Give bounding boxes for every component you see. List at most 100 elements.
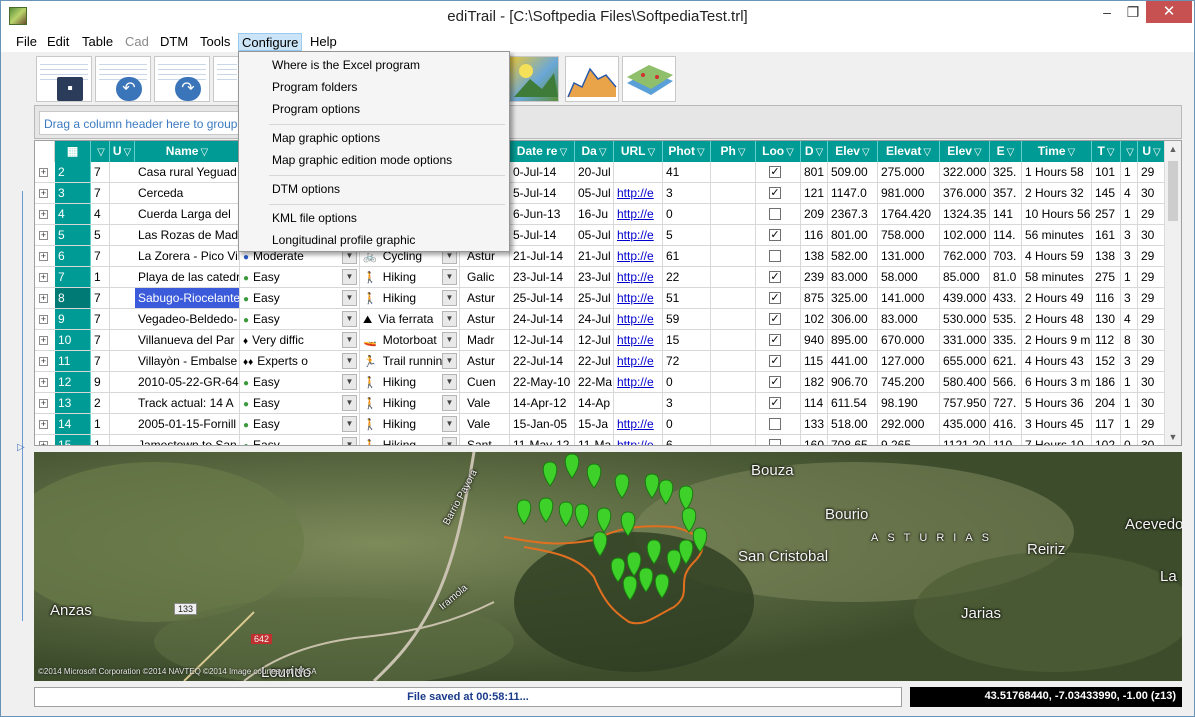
da-cell[interactable]: 21-Jul	[575, 246, 614, 266]
loop-cell[interactable]: ✓	[756, 351, 801, 371]
date-cell[interactable]: 6-Jun-13	[510, 204, 575, 224]
splitter-arrow-icon[interactable]: ▷	[17, 442, 25, 453]
filter-icon[interactable]: ▽	[697, 147, 705, 158]
loop-cell[interactable]: ✓	[756, 183, 801, 203]
difficulty-cell[interactable]: ●Easy ▼	[240, 288, 360, 308]
expand-row-icon[interactable]: +	[39, 315, 48, 324]
t-cell[interactable]: 275	[1092, 267, 1121, 287]
expand-row-icon[interactable]: +	[39, 273, 48, 282]
activity-cell[interactable]: 🚶 Hiking ▼	[360, 414, 460, 434]
elevat-cell[interactable]: 1764.420	[878, 204, 940, 224]
photos-cell[interactable]: 15	[663, 330, 711, 350]
activity-cell[interactable]: ⛰ Via ferrata ▼	[360, 309, 460, 329]
loop-cell[interactable]: ✓	[756, 393, 801, 413]
date-cell[interactable]: 11-May-12	[510, 435, 575, 445]
date-cell[interactable]: 22-Jul-14	[510, 351, 575, 371]
x-cell[interactable]: 1	[1121, 414, 1138, 434]
t-cell[interactable]: 130	[1092, 309, 1121, 329]
ph-cell[interactable]	[711, 267, 756, 287]
header-date[interactable]: Da ▽	[575, 141, 614, 162]
header-u[interactable]: U ▽	[110, 141, 135, 162]
time-cell[interactable]: 6 Hours 3 m	[1022, 372, 1092, 392]
header-elevat[interactable]: Elevat ▽	[878, 141, 940, 162]
header-name[interactable]: Name ▽	[135, 141, 240, 162]
photos-cell[interactable]: 72	[663, 351, 711, 371]
url-link[interactable]: http://e	[617, 228, 654, 242]
table-row[interactable]: +3 7 Cerceda 5-Jul-14 05-Jul http://e 3 ✓ 121 114…	[35, 183, 1181, 204]
table-row[interactable]: +9 7 Vegadeo-Beldedo- ● Easy ▼ ⛰ Via ferrata ▼ As…	[35, 309, 1181, 330]
time-cell[interactable]: 1 Hours 58	[1022, 162, 1092, 182]
elev2-cell[interactable]: 580.400	[940, 372, 990, 392]
u2-cell[interactable]: 29	[1138, 162, 1166, 182]
name-cell[interactable]: Cerceda	[135, 183, 240, 203]
difficulty-dropdown-icon[interactable]: ▼	[342, 395, 357, 411]
name-cell[interactable]: 2010-05-22-GR-64	[135, 372, 240, 392]
elevat-cell[interactable]: 127.000	[878, 351, 940, 371]
menu-cad[interactable]: Cad	[122, 33, 152, 51]
x-cell[interactable]: 3	[1121, 351, 1138, 371]
u2-cell[interactable]: 30	[1138, 393, 1166, 413]
row-id-cell[interactable]: 4	[55, 204, 91, 224]
x-cell[interactable]: 1	[1121, 162, 1138, 182]
da-cell[interactable]: 23-Jul	[575, 267, 614, 287]
url-link[interactable]: http://e	[617, 417, 654, 431]
u-cell[interactable]: 7	[91, 183, 110, 203]
d-cell[interactable]: 160	[801, 435, 828, 445]
u2-cell[interactable]: 30	[1138, 330, 1166, 350]
e-cell[interactable]: 535.	[990, 309, 1022, 329]
menu-item-map-edition-mode[interactable]: Map graphic edition mode options	[272, 149, 452, 171]
url-cell[interactable]: http://e	[614, 288, 663, 308]
e-cell[interactable]: 81.0	[990, 267, 1022, 287]
difficulty-dropdown-icon[interactable]: ▼	[342, 416, 357, 432]
u-cell[interactable]: 1	[91, 435, 110, 445]
x-cell[interactable]: 3	[1121, 246, 1138, 266]
elev-cell[interactable]: 611.54	[828, 393, 878, 413]
filter-icon[interactable]: ▽	[200, 147, 208, 158]
date-cell[interactable]: 14-Apr-12	[510, 393, 575, 413]
url-cell[interactable]: http://e	[614, 309, 663, 329]
elev-cell[interactable]: 83.000	[828, 267, 878, 287]
elev2-cell[interactable]: 331.000	[940, 330, 990, 350]
elevat-cell[interactable]: 292.000	[878, 414, 940, 434]
satellite-map[interactable]	[34, 452, 1182, 681]
ph-cell[interactable]	[711, 414, 756, 434]
expand-row-icon[interactable]: +	[39, 420, 48, 429]
elevat-cell[interactable]: 131.000	[878, 246, 940, 266]
name-cell[interactable]: Jamestown to San	[135, 435, 240, 445]
date-cell[interactable]: 21-Jul-14	[510, 246, 575, 266]
menu-item-program-options[interactable]: Program options	[272, 98, 360, 120]
loop-checkbox[interactable]: ✓	[769, 187, 781, 199]
photos-cell[interactable]: 3	[663, 393, 711, 413]
filter-icon[interactable]: ▽	[559, 147, 567, 158]
t-cell[interactable]: 112	[1092, 330, 1121, 350]
row-id-cell[interactable]: 13	[55, 393, 91, 413]
time-cell[interactable]: 2 Hours 32	[1022, 183, 1092, 203]
e-cell[interactable]: 566.	[990, 372, 1022, 392]
e-cell[interactable]: 416.	[990, 414, 1022, 434]
url-cell[interactable]: http://e	[614, 183, 663, 203]
e-cell[interactable]: 703.	[990, 246, 1022, 266]
elev2-cell[interactable]: 757.950	[940, 393, 990, 413]
da-cell[interactable]: 05-Jul	[575, 183, 614, 203]
difficulty-dropdown-icon[interactable]: ▼	[342, 437, 357, 445]
loop-cell[interactable]	[756, 414, 801, 434]
profile-graphic-button[interactable]	[565, 56, 619, 102]
save-table-button[interactable]: ▪	[36, 56, 92, 102]
photos-cell[interactable]: 0	[663, 204, 711, 224]
region-cell[interactable]: Vale	[464, 393, 510, 413]
menu-item-longitudinal-profile[interactable]: Longitudinal profile graphic	[272, 229, 415, 251]
u2-cell[interactable]: 29	[1138, 351, 1166, 371]
elev-cell[interactable]: 325.00	[828, 288, 878, 308]
time-cell[interactable]: 56 minutes	[1022, 225, 1092, 245]
menu-item-map-graphic-options[interactable]: Map graphic options	[272, 127, 380, 149]
map-view-button[interactable]	[509, 56, 559, 102]
u2-cell[interactable]: 29	[1138, 288, 1166, 308]
elev-cell[interactable]: 906.70	[828, 372, 878, 392]
t-cell[interactable]: 117	[1092, 414, 1121, 434]
u2-cell[interactable]: 30	[1138, 435, 1166, 445]
difficulty-dropdown-icon[interactable]: ▼	[342, 290, 357, 306]
x-cell[interactable]: 8	[1121, 330, 1138, 350]
ph-cell[interactable]	[711, 162, 756, 182]
table-row[interactable]: +10 7 Villanueva del Par ♦ Very diffic ▼ 🚤 Moto…	[35, 330, 1181, 351]
header-photos[interactable]: Phot ▽	[663, 141, 711, 162]
